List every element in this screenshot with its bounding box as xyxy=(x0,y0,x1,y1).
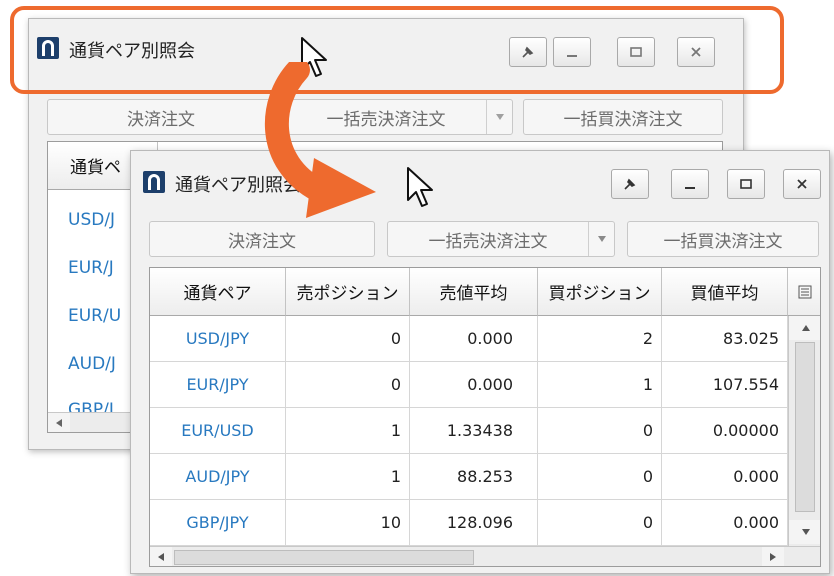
vertical-scroll-thumb[interactable] xyxy=(795,342,815,512)
bulk-sell-close-button[interactable]: 一括売決済注文 xyxy=(387,221,615,257)
pair-cell[interactable]: AUD/JPY xyxy=(150,454,286,500)
front-titlebar[interactable]: 通貨ペア別照会 xyxy=(131,151,829,199)
front-window: 通貨ペア別照会 決済注文 一括売決済注文 一括買決済注文 通貨ペア 売ポジション… xyxy=(130,150,830,574)
app-logo-icon xyxy=(143,171,165,193)
back-dropdown-arrow-icon[interactable] xyxy=(486,100,512,134)
front-close-button[interactable] xyxy=(783,169,821,199)
minimize-icon xyxy=(685,187,695,189)
pair-cell[interactable]: USD/JPY xyxy=(150,316,286,362)
back-pair-cell[interactable]: USD/J xyxy=(68,210,115,230)
buy-position-cell: 0 xyxy=(538,500,662,546)
column-header-buy-position[interactable]: 買ポジション xyxy=(538,268,662,316)
sell-average-cell: 128.096 xyxy=(410,500,538,546)
buy-position-cell: 1 xyxy=(538,362,662,408)
scroll-up-icon[interactable] xyxy=(789,316,820,340)
scroll-left-icon[interactable] xyxy=(150,547,172,566)
curved-arrow-icon xyxy=(264,62,376,218)
vertical-scrollbar[interactable] xyxy=(788,316,820,546)
front-minimize-button[interactable] xyxy=(671,169,709,199)
pair-cell[interactable]: EUR/JPY xyxy=(150,362,286,408)
column-header-pair[interactable]: 通貨ペア xyxy=(150,268,286,316)
front-maximize-button[interactable] xyxy=(727,169,765,199)
sell-average-cell: 88.253 xyxy=(410,454,538,500)
buy-position-cell: 2 xyxy=(538,316,662,362)
buy-position-cell: 0 xyxy=(538,454,662,500)
sell-position-cell: 1 xyxy=(286,408,410,454)
buy-average-cell: 0.000 xyxy=(662,500,788,546)
positions-table: 通貨ペア 売ポジション 売値平均 買ポジション 買値平均 USD/JPY 0 0… xyxy=(149,267,821,567)
back-close-order-button[interactable]: 決済注文 xyxy=(47,99,275,135)
sell-position-cell: 1 xyxy=(286,454,410,500)
column-header-sell-position[interactable]: 売ポジション xyxy=(286,268,410,316)
back-pair-cell[interactable]: EUR/J xyxy=(68,258,114,278)
column-header-sell-average[interactable]: 売値平均 xyxy=(410,268,538,316)
back-scroll-left-icon[interactable] xyxy=(48,413,70,432)
sell-position-cell: 0 xyxy=(286,362,410,408)
buy-position-cell: 0 xyxy=(538,408,662,454)
back-bulk-buy-close-button[interactable]: 一括買決済注文 xyxy=(523,99,723,135)
pair-cell[interactable]: GBP/JPY xyxy=(150,500,286,546)
pair-cell[interactable]: EUR/USD xyxy=(150,408,286,454)
bulk-buy-close-button[interactable]: 一括買決済注文 xyxy=(627,221,819,257)
horizontal-scroll-thumb[interactable] xyxy=(174,550,474,565)
column-menu-icon xyxy=(798,285,812,298)
sell-position-cell: 10 xyxy=(286,500,410,546)
column-menu-button[interactable] xyxy=(788,268,820,316)
cursor-icon xyxy=(407,167,433,207)
back-pair-cell[interactable]: EUR/U xyxy=(68,306,121,326)
front-pin-button[interactable] xyxy=(611,169,649,199)
maximize-icon xyxy=(740,179,752,189)
buy-average-cell: 0.00000 xyxy=(662,408,788,454)
buy-average-cell: 0.000 xyxy=(662,454,788,500)
bulk-sell-close-label: 一括売決済注文 xyxy=(428,231,548,252)
buy-average-cell: 107.554 xyxy=(662,362,788,408)
scroll-right-icon[interactable] xyxy=(762,547,784,566)
sell-average-cell: 0.000 xyxy=(410,316,538,362)
sell-average-cell: 0.000 xyxy=(410,362,538,408)
pin-icon xyxy=(624,178,636,190)
horizontal-scrollbar[interactable] xyxy=(150,546,820,566)
close-order-button[interactable]: 決済注文 xyxy=(149,221,375,257)
sell-position-cell: 0 xyxy=(286,316,410,362)
column-header-buy-average[interactable]: 買値平均 xyxy=(662,268,788,316)
close-icon xyxy=(797,179,807,189)
back-pair-cell[interactable]: AUD/J xyxy=(68,354,116,374)
sell-average-cell: 1.33438 xyxy=(410,408,538,454)
dropdown-arrow-icon[interactable] xyxy=(588,222,614,256)
buy-average-cell: 83.025 xyxy=(662,316,788,362)
scroll-down-icon[interactable] xyxy=(789,520,820,544)
